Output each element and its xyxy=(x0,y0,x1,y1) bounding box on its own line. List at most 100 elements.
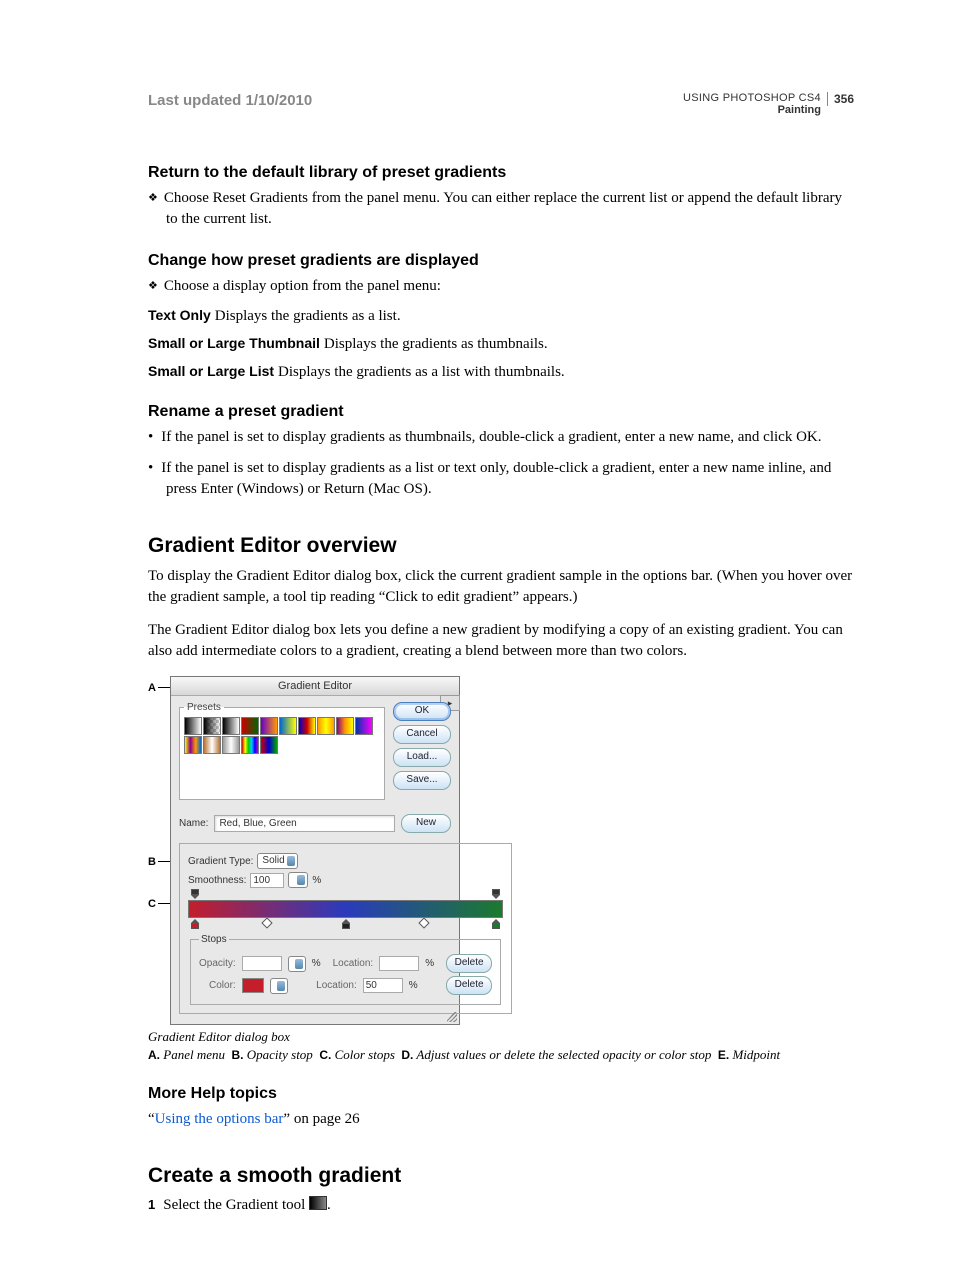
opacity-label: Opacity: xyxy=(199,958,236,969)
bullet-rename-list: •If the panel is set to display gradient… xyxy=(148,458,854,500)
color-label: Color: xyxy=(209,980,236,991)
gradient-swatch[interactable] xyxy=(298,717,316,735)
bullet-text: If the panel is set to display gradients… xyxy=(161,429,821,445)
bullet-reset-gradients: ❖Choose Reset Gradients from the panel m… xyxy=(148,188,854,230)
percent-sign: % xyxy=(409,980,418,991)
bullet-text: Choose Reset Gradients from the panel me… xyxy=(164,190,842,227)
heading-return-default: Return to the default library of preset … xyxy=(148,164,854,182)
def-thumbnail: Small or Large ThumbnailDisplays the gra… xyxy=(148,335,854,353)
name-row: Name: Red, Blue, Green New xyxy=(179,814,451,833)
gradient-swatch[interactable] xyxy=(222,736,240,754)
gradient-swatch[interactable] xyxy=(317,717,335,735)
key-label: C. xyxy=(319,1048,331,1062)
cancel-button[interactable]: Cancel xyxy=(393,725,451,744)
gradient-swatch[interactable] xyxy=(355,717,373,735)
figure-caption: Gradient Editor dialog box xyxy=(148,1029,854,1045)
opacity-input[interactable] xyxy=(242,956,282,971)
location-label: Location: xyxy=(333,958,374,969)
color-stop[interactable] xyxy=(191,919,199,929)
page-header: Last updated 1/10/2010 USING PHOTOSHOP C… xyxy=(148,92,854,116)
midpoint-icon[interactable] xyxy=(418,917,429,928)
dot-bullet-icon: • xyxy=(148,460,161,476)
color-arrow[interactable] xyxy=(270,978,288,994)
load-button[interactable]: Load... xyxy=(393,748,451,767)
smoothness-arrow[interactable] xyxy=(288,872,308,888)
key-text: Opacity stop xyxy=(247,1047,313,1062)
smoothness-label: Smoothness: xyxy=(188,875,246,886)
page-number: 356 xyxy=(827,92,854,106)
preset-swatches[interactable] xyxy=(184,717,380,754)
heading-change-display: Change how preset gradients are displaye… xyxy=(148,252,854,270)
callout-line xyxy=(158,861,170,862)
overview-p2: The Gradient Editor dialog box lets you … xyxy=(148,620,854,662)
key-text: Color stops xyxy=(335,1047,395,1062)
name-input[interactable]: Red, Blue, Green xyxy=(214,815,395,832)
location-input[interactable] xyxy=(379,956,419,971)
percent-sign: % xyxy=(425,958,434,969)
new-button[interactable]: New xyxy=(401,814,451,833)
key-label: E. xyxy=(718,1048,729,1062)
color-swatch[interactable] xyxy=(242,978,264,993)
callout-line xyxy=(158,903,170,904)
opacity-stop[interactable] xyxy=(191,889,199,899)
delete-opacity-button[interactable]: Delete xyxy=(446,954,492,973)
def-list: Small or Large ListDisplays the gradient… xyxy=(148,363,854,381)
step-text: . xyxy=(327,1197,331,1213)
gradient-settings: Gradient Type: Solid Smoothness: 100 % xyxy=(179,843,512,1014)
heading-more-help: More Help topics xyxy=(148,1085,854,1103)
bullet-choose-display: ❖Choose a display option from the panel … xyxy=(148,276,854,297)
bullet-rename-thumb: •If the panel is set to display gradient… xyxy=(148,427,854,448)
dot-bullet-icon: • xyxy=(148,429,161,445)
gradient-swatch[interactable] xyxy=(222,717,240,735)
bullet-text: Choose a display option from the panel m… xyxy=(164,278,441,294)
header-right: USING PHOTOSHOP CS4 Painting 356 xyxy=(683,92,854,116)
midpoint-icon[interactable] xyxy=(262,917,273,928)
gradient-swatch[interactable] xyxy=(260,736,278,754)
key-label: D. xyxy=(401,1048,413,1062)
callout-line xyxy=(158,687,170,688)
opacity-stop[interactable] xyxy=(492,889,500,899)
callout-a: A xyxy=(148,682,156,694)
callout-b: B xyxy=(148,856,156,868)
save-button[interactable]: Save... xyxy=(393,771,451,790)
bullet-text: If the panel is set to display gradients… xyxy=(161,460,831,497)
color-stop[interactable] xyxy=(342,919,350,929)
def-term: Text Only xyxy=(148,307,215,323)
overview-p1: To display the Gradient Editor dialog bo… xyxy=(148,566,854,608)
gradient-swatch[interactable] xyxy=(241,717,259,735)
gradient-editor-figure: A B C D E Gradient Editor ▸ Presets xyxy=(148,676,468,1025)
location-input[interactable]: 50 xyxy=(363,978,403,993)
quote: “ xyxy=(148,1111,155,1127)
delete-color-button[interactable]: Delete xyxy=(446,976,492,995)
ok-button[interactable]: OK xyxy=(393,702,451,721)
page: Last updated 1/10/2010 USING PHOTOSHOP C… xyxy=(0,0,954,1282)
gradient-swatch[interactable] xyxy=(203,736,221,754)
step-1: 1Select the Gradient tool . xyxy=(148,1196,854,1214)
gradient-type-select[interactable]: Solid xyxy=(257,853,297,869)
opacity-arrow[interactable] xyxy=(288,956,306,972)
def-desc: Displays the gradients as a list with th… xyxy=(278,364,565,380)
def-desc: Displays the gradients as thumbnails. xyxy=(324,336,548,352)
link-suffix: ” on page 26 xyxy=(283,1111,359,1127)
figure-key: A. Panel menu B. Opacity stop C. Color s… xyxy=(148,1047,854,1063)
gradient-swatch[interactable] xyxy=(203,717,221,735)
gradient-swatch[interactable] xyxy=(279,717,297,735)
percent-sign: % xyxy=(312,958,321,969)
gradient-swatch[interactable] xyxy=(184,717,202,735)
diamond-bullet-icon: ❖ xyxy=(148,280,164,292)
heading-rename: Rename a preset gradient xyxy=(148,403,854,421)
smoothness-input[interactable]: 100 xyxy=(250,873,284,888)
percent-sign: % xyxy=(312,875,321,886)
def-desc: Displays the gradients as a list. xyxy=(215,308,401,324)
color-stop[interactable] xyxy=(492,919,500,929)
gradient-swatch[interactable] xyxy=(241,736,259,754)
callout-c: C xyxy=(148,898,156,910)
link-options-bar[interactable]: Using the options bar xyxy=(155,1111,284,1127)
gradient-swatch[interactable] xyxy=(260,717,278,735)
resize-handle-icon[interactable] xyxy=(447,1012,457,1022)
gradient-swatch[interactable] xyxy=(184,736,202,754)
gradient-swatch[interactable] xyxy=(336,717,354,735)
gradient-bar[interactable] xyxy=(188,900,503,918)
def-term: Small or Large Thumbnail xyxy=(148,335,324,351)
heading-gradient-editor-overview: Gradient Editor overview xyxy=(148,534,854,558)
